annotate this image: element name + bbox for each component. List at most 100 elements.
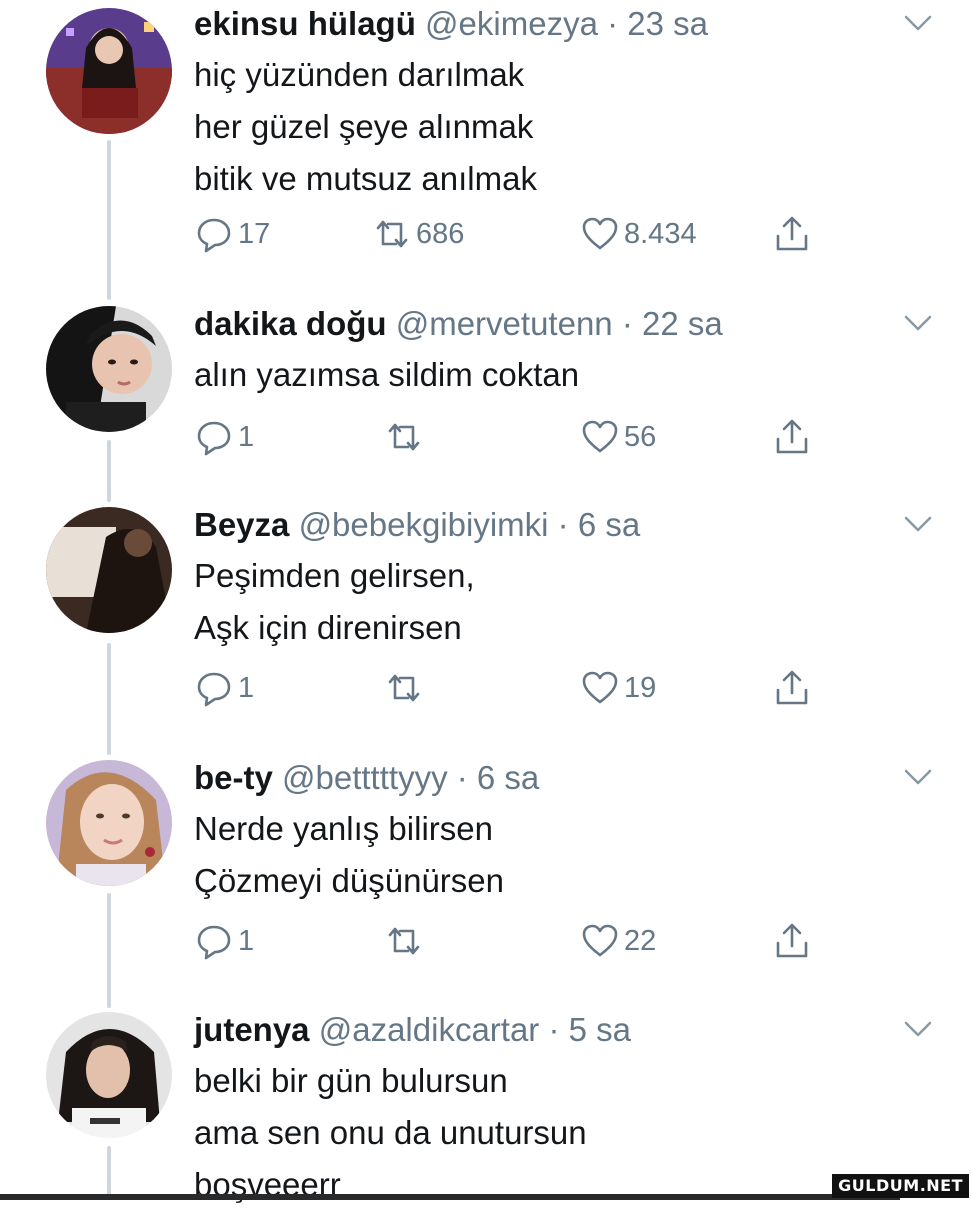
tweet-text: hiç yüzünden darılmak her güzel şeye alı… (194, 49, 537, 205)
share-icon (772, 214, 812, 254)
author-handle[interactable]: @bebekgibiyimki (299, 506, 549, 543)
author-handle[interactable]: @ekimezya (425, 5, 598, 42)
chevron-down-icon[interactable] (903, 766, 933, 788)
chevron-down-icon[interactable] (903, 312, 933, 334)
heart-icon (580, 668, 620, 708)
avatar[interactable] (46, 306, 172, 432)
reply-icon (194, 214, 234, 254)
tweet-text-line: hiç yüzünden darılmak (194, 56, 525, 93)
retweet-icon (372, 214, 412, 254)
chevron-down-icon[interactable] (903, 12, 933, 34)
author-name[interactable]: dakika doğu (194, 305, 387, 342)
bottom-bar (0, 1194, 900, 1200)
share-icon (772, 668, 812, 708)
share-button[interactable] (772, 921, 812, 961)
like-button[interactable]: 19 (580, 668, 656, 708)
tweet-actions: 17 686 8.434 (194, 214, 834, 254)
reply-icon (194, 668, 234, 708)
like-button[interactable]: 56 (580, 417, 656, 457)
reply-icon (194, 417, 234, 457)
reply-icon (194, 921, 234, 961)
tweet-text: alın yazımsa sildim coktan (194, 349, 579, 401)
like-count: 8.434 (624, 217, 697, 250)
tweet-text-line: Çözmeyi düşünürsen (194, 862, 504, 899)
retweet-button[interactable] (384, 921, 428, 961)
chevron-down-icon[interactable] (903, 513, 933, 535)
tweet-text-line: belki bir gün bulursun (194, 1062, 508, 1099)
avatar[interactable] (46, 8, 172, 134)
thread-line (107, 893, 111, 1008)
separator-dot: · (597, 5, 628, 42)
retweet-count: 686 (416, 217, 465, 250)
tweet-text-line: bitik ve mutsuz anılmak (194, 160, 537, 197)
tweet-actions: 1 22 (194, 921, 834, 961)
separator-dot: · (447, 759, 477, 796)
reply-button[interactable]: 1 (194, 668, 254, 708)
thread-line (107, 643, 111, 755)
thread-line (107, 1146, 111, 1200)
heart-icon (580, 921, 620, 961)
separator-dot: · (539, 1011, 569, 1048)
timestamp[interactable]: 5 sa (569, 1011, 631, 1048)
tweet-header: Beyza @bebekgibiyimki · 6 sa (194, 505, 640, 545)
reply-count: 1 (238, 420, 255, 453)
retweet-button[interactable] (384, 417, 428, 457)
author-handle[interactable]: @mervetutenn (396, 305, 613, 342)
timestamp[interactable]: 6 sa (477, 759, 539, 796)
retweet-icon (384, 921, 424, 961)
like-count: 19 (624, 671, 657, 704)
thread-line (107, 440, 111, 502)
timestamp[interactable]: 23 sa (627, 5, 708, 42)
tweet-text-line: Aşk için direnirsen (194, 609, 462, 646)
tweet-actions: 1 19 (194, 668, 834, 708)
author-name[interactable]: ekinsu hülagü (194, 5, 416, 42)
tweet-header: ekinsu hülagü @ekimezya · 23 sa (194, 4, 708, 44)
thread-line (107, 140, 111, 300)
heart-icon (580, 417, 620, 457)
tweet-text: Nerde yanlış bilirsen Çözmeyi düşünürsen (194, 803, 504, 907)
share-icon (772, 921, 812, 961)
reply-count: 1 (238, 924, 255, 957)
author-handle[interactable]: @betttttyyy (282, 759, 448, 796)
avatar[interactable] (46, 1012, 172, 1138)
author-name[interactable]: Beyza (194, 506, 289, 543)
avatar[interactable] (46, 760, 172, 886)
share-button[interactable] (772, 214, 812, 254)
like-button[interactable]: 22 (580, 921, 656, 961)
timestamp[interactable]: 22 sa (642, 305, 723, 342)
retweet-icon (384, 668, 424, 708)
share-button[interactable] (772, 417, 812, 457)
tweet-text-line: Peşimden gelirsen, (194, 557, 475, 594)
tweet-header: dakika doğu @mervetutenn · 22 sa (194, 304, 723, 344)
tweet-header: be-ty @betttttyyy · 6 sa (194, 758, 539, 798)
author-name[interactable]: be-ty (194, 759, 273, 796)
author-name[interactable]: jutenya (194, 1011, 310, 1048)
tweet-text-line: boşveeerr (194, 1166, 341, 1203)
retweet-button[interactable] (384, 668, 428, 708)
reply-button[interactable]: 1 (194, 921, 254, 961)
tweet-header: jutenya @azaldikcartar · 5 sa (194, 1010, 631, 1050)
separator-dot: · (612, 305, 642, 342)
reply-count: 17 (238, 217, 271, 250)
tweet-text: Peşimden gelirsen, Aşk için direnirsen (194, 550, 475, 654)
reply-button[interactable]: 17 (194, 214, 270, 254)
chevron-down-icon[interactable] (903, 1018, 933, 1040)
retweet-icon (384, 417, 424, 457)
separator-dot: · (548, 506, 578, 543)
like-button[interactable]: 8.434 (580, 214, 697, 254)
watermark: GULDUM.NET (832, 1174, 969, 1198)
timestamp[interactable]: 6 sa (578, 506, 640, 543)
like-count: 22 (624, 924, 657, 957)
tweet-text-line: her güzel şeye alınmak (194, 108, 534, 145)
reply-button[interactable]: 1 (194, 417, 254, 457)
avatar[interactable] (46, 507, 172, 633)
author-handle[interactable]: @azaldikcartar (319, 1011, 540, 1048)
tweet-actions: 1 56 (194, 417, 834, 457)
like-count: 56 (624, 420, 657, 453)
share-button[interactable] (772, 668, 812, 708)
tweet-text-line: alın yazımsa sildim coktan (194, 356, 580, 393)
retweet-button[interactable]: 686 (372, 214, 464, 254)
tweet-text-line: Nerde yanlış bilirsen (194, 810, 493, 847)
heart-icon (580, 214, 620, 254)
reply-count: 1 (238, 671, 255, 704)
